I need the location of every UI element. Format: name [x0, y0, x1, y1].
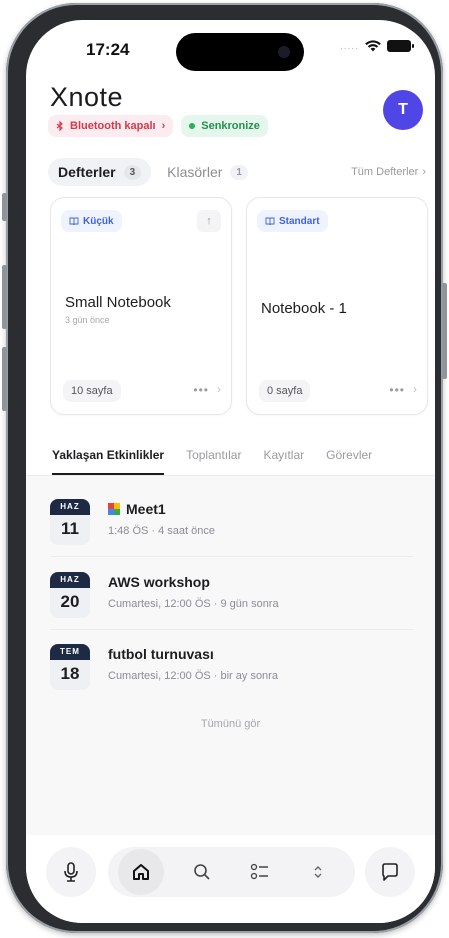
bottom-bar — [26, 835, 435, 923]
see-all-link[interactable]: Tümünü gör — [26, 718, 435, 730]
event-row[interactable]: TEM 18 futbol turnuvası Cumartesi, 12:00… — [50, 642, 413, 702]
notebook-tabs: Defterler 3 Klasörler 1 Tüm Defterler › — [48, 158, 426, 186]
tab-recordings[interactable]: Kayıtlar — [263, 445, 304, 475]
volume-down-button — [2, 347, 7, 411]
event-title: AWS workshop — [108, 574, 210, 590]
microphone-icon — [64, 862, 78, 882]
notebook-card[interactable]: Standart Notebook - 1 0 sayfa ••• › — [246, 197, 428, 415]
event-title-row: AWS workshop — [108, 574, 210, 590]
status-icons: ..... — [340, 40, 414, 52]
sync-status-chip: Senkronize — [181, 115, 268, 137]
notebook-title: Small Notebook — [65, 294, 171, 311]
notebook-size-label: Standart — [279, 215, 320, 227]
event-title: futbol turnuvası — [108, 646, 214, 662]
sync-dot-icon — [189, 123, 196, 129]
notebook-size-tag: Küçük — [61, 210, 122, 232]
nav-tasks[interactable] — [236, 847, 284, 897]
event-date-badge: HAZ 20 — [50, 572, 90, 618]
sync-status-label: Senkronize — [201, 120, 260, 132]
nav-expand[interactable] — [294, 847, 342, 897]
book-icon — [69, 217, 79, 225]
event-title-row: futbol turnuvası — [108, 646, 214, 662]
app-screen: 17:24 ..... Xnote T Bluetooth kapalı › S… — [26, 20, 435, 923]
chat-icon — [382, 863, 398, 881]
home-icon — [133, 864, 149, 880]
tab-notebooks-label: Defterler — [58, 164, 116, 180]
event-tabs: Yaklaşan Etkinlikler Toplantılar Kayıtla… — [52, 445, 432, 475]
tab-tasks[interactable]: Görevler — [326, 445, 372, 475]
phone-frame: 17:24 ..... Xnote T Bluetooth kapalı › S… — [2, 3, 447, 933]
google-meet-icon — [108, 503, 120, 515]
nav-search[interactable] — [178, 847, 226, 897]
tab-folders-label: Klasörler — [167, 164, 223, 180]
chevron-right-icon: › — [422, 166, 426, 178]
wifi-icon — [365, 40, 381, 52]
battery-icon — [387, 40, 414, 52]
tab-meetings[interactable]: Toplantılar — [186, 445, 241, 475]
bluetooth-off-icon — [56, 121, 63, 131]
chevron-right-icon[interactable]: › — [217, 382, 221, 396]
event-date-badge: HAZ 11 — [50, 499, 90, 545]
bottom-nav — [108, 847, 355, 897]
status-bar: 17:24 ..... — [26, 20, 435, 71]
event-day: 20 — [60, 592, 80, 611]
more-options-icon[interactable]: ••• — [389, 383, 405, 397]
volume-up-button — [2, 265, 7, 329]
book-icon — [265, 217, 275, 225]
event-title-row: Meet1 — [108, 501, 166, 517]
dynamic-island — [176, 33, 304, 71]
event-meta: Cumartesi, 12:00 ÖS · 9 gün sonra — [108, 598, 279, 610]
tab-folders[interactable]: Klasörler 1 — [157, 158, 258, 186]
app-logo: Xnote — [50, 82, 124, 112]
chat-button[interactable] — [365, 847, 415, 897]
event-meta: Cumartesi, 12:00 ÖS · bir ay sonra — [108, 670, 278, 682]
tab-notebooks[interactable]: Defterler 3 — [48, 158, 152, 186]
folders-count-badge: 1 — [230, 164, 248, 180]
notebook-pages-badge: 10 sayfa — [63, 380, 121, 402]
tab-upcoming-events[interactable]: Yaklaşan Etkinlikler — [52, 445, 165, 475]
chevron-right-icon: › — [161, 120, 166, 132]
event-meta: 1:48 ÖS · 4 saat önce — [108, 525, 216, 537]
power-button — [442, 283, 447, 379]
all-notebooks-label: Tüm Defterler — [351, 166, 419, 178]
event-row[interactable]: HAZ 20 AWS workshop Cumartesi, 12:00 ÖS … — [50, 570, 413, 630]
nav-home[interactable] — [118, 849, 164, 895]
event-month: TEM — [50, 644, 90, 660]
expand-icon — [314, 866, 322, 878]
all-notebooks-link[interactable]: Tüm Defterler › — [351, 166, 426, 178]
notebooks-count-badge: 3 — [123, 164, 142, 180]
event-day: 11 — [61, 519, 79, 538]
event-date-badge: TEM 18 — [50, 644, 90, 690]
record-button[interactable] — [46, 847, 96, 897]
signal-icon: ..... — [340, 40, 359, 52]
notebook-pages-badge: 0 sayfa — [259, 380, 311, 402]
bluetooth-status-chip[interactable]: Bluetooth kapalı › — [48, 115, 174, 137]
bluetooth-status-label: Bluetooth kapalı — [70, 120, 156, 132]
notebook-size-tag: Standart — [257, 210, 328, 232]
notebook-updated: 3 gün önce — [65, 315, 110, 325]
status-time: 17:24 — [86, 40, 130, 59]
notebook-card[interactable]: Küçük ↑ Small Notebook 3 gün önce 10 say… — [50, 197, 232, 415]
more-options-icon[interactable]: ••• — [193, 383, 209, 397]
event-day: 18 — [60, 664, 80, 683]
camera-icon — [278, 46, 290, 58]
search-icon — [194, 864, 210, 880]
event-month: HAZ — [50, 499, 90, 515]
task-list-icon — [250, 863, 268, 880]
notebook-carousel[interactable]: Küçük ↑ Small Notebook 3 gün önce 10 say… — [50, 197, 435, 417]
notebook-title: Notebook - 1 — [261, 300, 347, 317]
event-row[interactable]: HAZ 11 Meet1 1:48 ÖS · 4 saat önce — [50, 497, 413, 557]
event-title: Meet1 — [126, 501, 166, 517]
chevron-right-icon[interactable]: › — [413, 382, 417, 396]
notebook-size-label: Küçük — [83, 215, 114, 227]
user-avatar[interactable]: T — [383, 90, 423, 130]
event-month: HAZ — [50, 572, 90, 588]
action-button — [2, 193, 7, 221]
status-chips: Bluetooth kapalı › Senkronize — [48, 115, 268, 137]
pin-icon[interactable]: ↑ — [197, 210, 221, 232]
